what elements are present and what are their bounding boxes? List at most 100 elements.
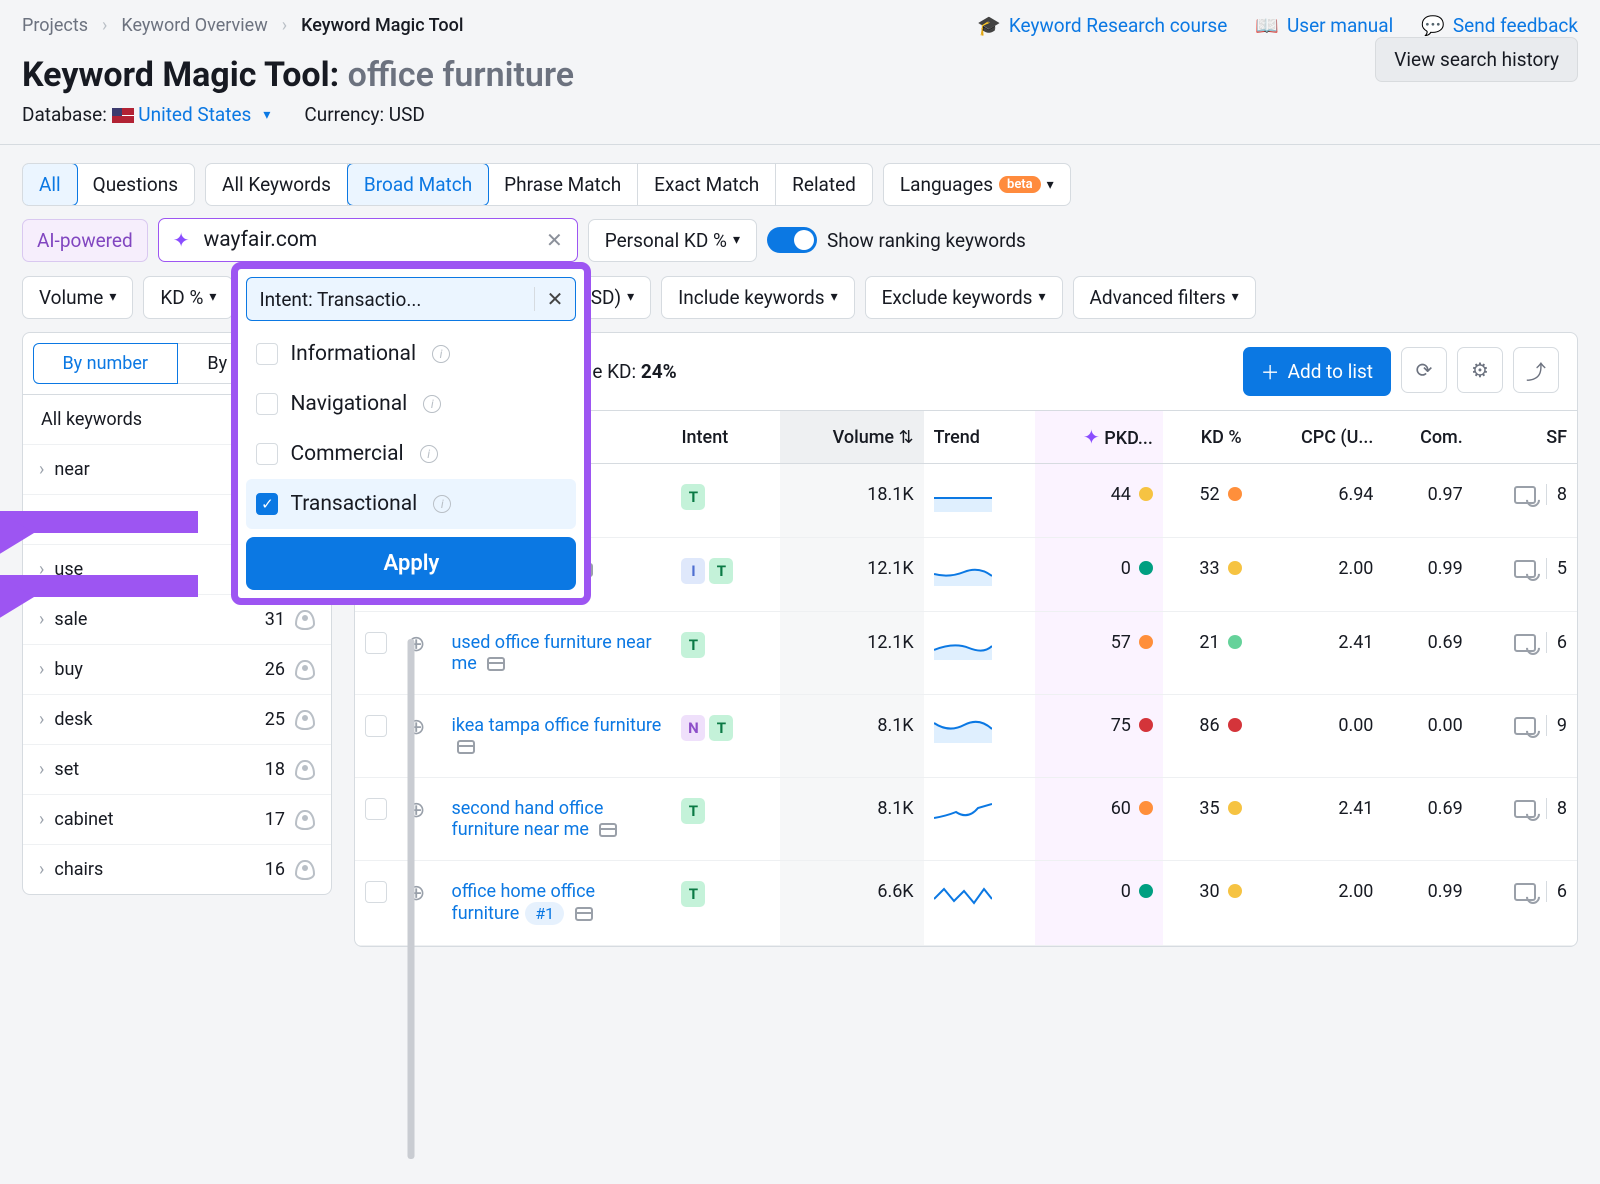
window-icon[interactable] [575,907,593,921]
col-com[interactable]: Com. [1383,411,1472,464]
keyword-link[interactable]: second hand office furniture near me [451,798,603,840]
col-kd[interactable]: KD % [1163,411,1252,464]
sidebar-item[interactable]: › cabinet 17 [23,794,331,844]
checkbox-checked-icon[interactable]: ✓ [256,493,278,515]
info-icon[interactable]: i [432,345,450,363]
filter-kd[interactable]: KD %▾ [143,276,233,319]
col-volume[interactable]: Volume ⇅ [780,411,924,464]
intent-option-navigational[interactable]: Navigationali [246,379,576,429]
link-research-course[interactable]: 🎓 Keyword Research course [977,14,1227,37]
serp-icon[interactable] [1514,717,1536,735]
breadcrumb-projects[interactable]: Projects [22,15,88,36]
cell-volume: 12.1K [780,538,924,612]
difficulty-dot-icon [1139,561,1153,575]
sidebar-item-label: cabinet [54,809,113,830]
intent-option-informational[interactable]: Informationali [246,329,576,379]
col-pkd[interactable]: ✦ PKD... [1035,411,1163,464]
personal-kd-dropdown[interactable]: Personal KD %▾ [588,219,757,262]
tab-phrase-match[interactable]: Phrase Match [488,164,638,205]
window-icon[interactable] [599,823,617,837]
col-trend[interactable]: Trend [924,411,1035,464]
info-icon[interactable]: i [433,495,451,513]
intent-option-commercial[interactable]: Commerciali [246,429,576,479]
sidebar-item-label: sale [54,609,87,630]
tab-questions[interactable]: Questions [77,164,194,205]
breadcrumb-overview[interactable]: Keyword Overview [121,15,267,36]
eye-icon[interactable] [295,810,315,830]
sidebar-item[interactable]: › set 18 [23,744,331,794]
intent-option-transactional[interactable]: ✓ Transactionali [246,479,576,529]
filter-advanced[interactable]: Advanced filters▾ [1073,276,1256,319]
row-checkbox[interactable] [365,798,387,820]
trend-sparkline [934,798,992,826]
row-checkbox[interactable] [365,632,387,654]
chevron-right-icon: › [39,659,44,680]
col-cpc[interactable]: CPC (U... [1252,411,1384,464]
difficulty-dot-icon [1228,884,1242,898]
eye-icon[interactable] [295,860,315,880]
keyword-link[interactable]: used office furniture near me [451,632,651,674]
add-to-list-button[interactable]: ＋Add to list [1243,347,1391,396]
serp-icon[interactable] [1514,883,1536,901]
sidebar-item-count: 26 [265,659,285,680]
clear-icon[interactable]: ✕ [546,228,563,252]
sidebar-item-label: desk [54,709,92,730]
checkbox-icon[interactable] [256,443,278,465]
sidebar-item[interactable]: › desk 25 [23,694,331,744]
trend-sparkline [934,715,992,743]
sidebar-all-keywords-label[interactable]: All keywords [41,409,142,430]
refresh-button[interactable]: ⟳ [1401,347,1447,393]
intent-filter-chip[interactable]: Intent: Transactio... ✕ [246,277,576,321]
breadcrumb: Projects › Keyword Overview › Keyword Ma… [22,15,463,36]
col-sf[interactable]: SF [1473,411,1577,464]
filter-volume[interactable]: Volume▾ [22,276,133,319]
eye-icon[interactable] [295,610,315,630]
domain-input-field[interactable] [202,227,534,253]
trend-sparkline [934,484,992,512]
info-icon[interactable]: i [420,445,438,463]
close-icon[interactable]: ✕ [534,287,564,311]
sidebar-item-label: chairs [54,859,103,880]
checkbox-icon[interactable] [256,343,278,365]
row-checkbox[interactable] [365,881,387,903]
chevron-right-icon: › [39,609,44,630]
sidebar-item-label: set [54,759,79,780]
eye-icon[interactable] [295,660,315,680]
database-selector[interactable]: Database: United States ▾ [22,103,270,126]
link-user-manual[interactable]: 📖 User manual [1255,14,1393,37]
apply-button[interactable]: Apply [246,537,576,590]
sidebar-item[interactable]: › chairs 16 [23,844,331,894]
serp-icon[interactable] [1514,634,1536,652]
domain-input[interactable]: ✦ ✕ [158,218,578,262]
row-checkbox[interactable] [365,715,387,737]
window-icon[interactable] [457,740,475,754]
checkbox-icon[interactable] [256,393,278,415]
export-button[interactable]: ⤴ [1513,347,1559,393]
keyword-link[interactable]: office home office furniture [451,881,595,924]
tab-all-keywords[interactable]: All Keywords [206,164,348,205]
keyword-link[interactable]: ikea tampa office furniture [451,715,661,736]
link-send-feedback[interactable]: 💬 Send feedback [1421,14,1578,37]
serp-icon[interactable] [1514,486,1536,504]
show-ranking-toggle[interactable] [767,227,817,253]
tab-broad-match[interactable]: Broad Match [347,163,489,206]
window-icon[interactable] [487,657,505,671]
settings-button[interactable]: ⚙ [1457,347,1503,393]
view-search-history-button[interactable]: View search history [1375,37,1578,82]
eye-icon[interactable] [295,760,315,780]
table-row: ⊕ second hand office furniture near me T… [355,778,1577,861]
serp-icon[interactable] [1514,800,1536,818]
tab-all[interactable]: All [22,163,78,206]
tab-exact-match[interactable]: Exact Match [638,164,776,205]
chevron-down-icon: ▾ [263,107,270,123]
serp-icon[interactable] [1514,560,1536,578]
languages-dropdown[interactable]: Languagesbeta▾ [883,163,1071,206]
col-intent[interactable]: Intent [671,411,779,464]
filter-include-keywords[interactable]: Include keywords▾ [661,276,855,319]
tab-related[interactable]: Related [776,164,872,205]
eye-icon[interactable] [295,710,315,730]
filter-exclude-keywords[interactable]: Exclude keywords▾ [865,276,1063,319]
sidebar-tab-by-number[interactable]: By number [33,343,178,384]
sidebar-item[interactable]: › buy 26 [23,644,331,694]
info-icon[interactable]: i [423,395,441,413]
